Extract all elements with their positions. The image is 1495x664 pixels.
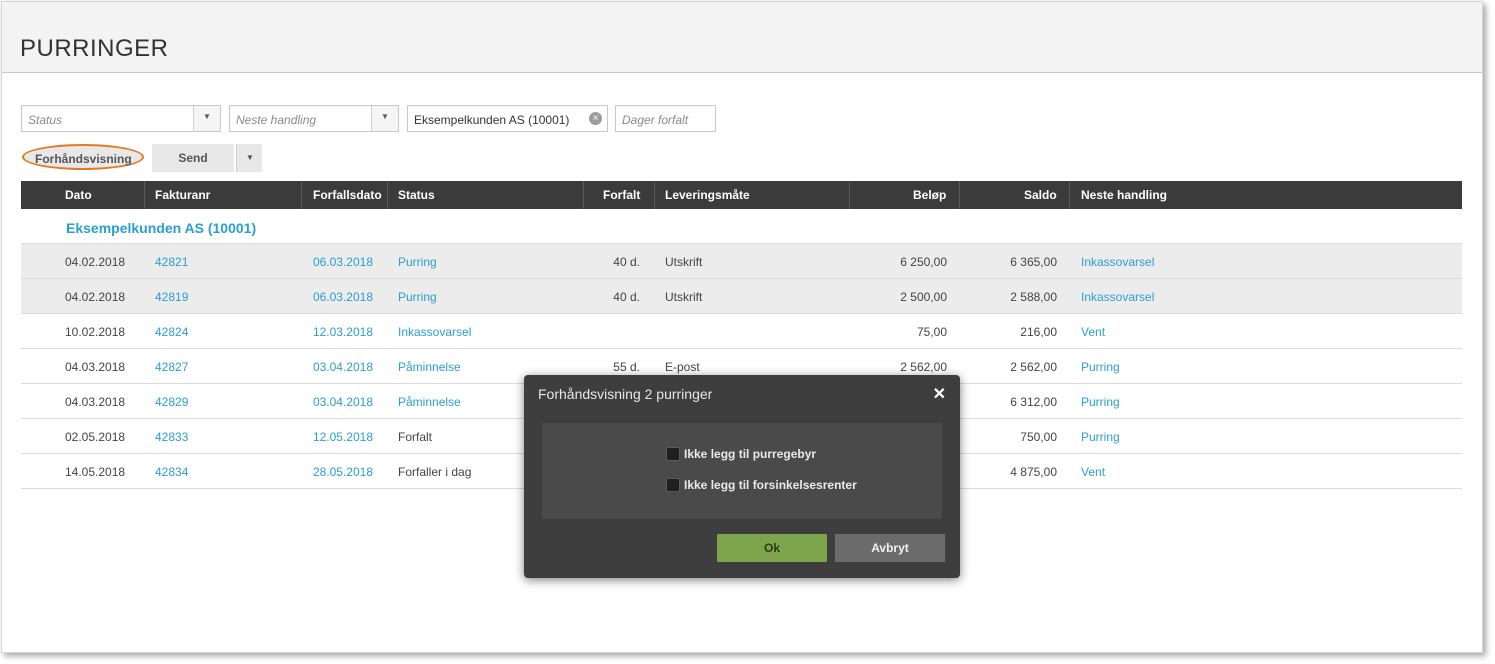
cell-date: 04.03.2018 xyxy=(65,395,126,409)
days-overdue-filter[interactable]: Dager forfalt xyxy=(615,105,716,132)
preview-button[interactable]: Forhåndsvisning xyxy=(22,144,144,170)
cell-overdue: 55 d. xyxy=(613,360,640,374)
cell-next-action[interactable]: Inkassovarsel xyxy=(1081,290,1154,304)
no-fee-label[interactable]: Ikke legg til purregebyr xyxy=(684,447,816,461)
cell-balance: 4 875,00 xyxy=(1010,465,1057,479)
col-delivery[interactable]: Leveringsmåte xyxy=(665,181,750,209)
page-header: PURRINGER xyxy=(2,2,1482,73)
app-window: PURRINGER Status ▼ Neste handling ▼ Ekse… xyxy=(1,1,1483,653)
dialog-options: Ikke legg til purregebyr Ikke legg til f… xyxy=(542,423,942,519)
cell-date: 04.02.2018 xyxy=(65,290,126,304)
cell-due-date[interactable]: 06.03.2018 xyxy=(313,255,373,269)
cell-balance: 216,00 xyxy=(1020,325,1057,339)
page-title: PURRINGER xyxy=(20,35,169,62)
cell-status[interactable]: Purring xyxy=(398,255,437,269)
cell-date: 10.02.2018 xyxy=(65,325,126,339)
preview-button-label: Forhåndsvisning xyxy=(35,152,132,166)
cell-date: 04.02.2018 xyxy=(65,255,126,269)
col-amount[interactable]: Beløp xyxy=(913,181,946,209)
close-icon[interactable]: ✕ xyxy=(933,384,946,404)
clear-icon[interactable]: × xyxy=(589,112,602,125)
cell-status: Forfaller i dag xyxy=(398,465,472,479)
cell-due-date[interactable]: 12.03.2018 xyxy=(313,325,373,339)
cell-amount: 6 250,00 xyxy=(900,255,947,269)
col-due-date[interactable]: Forfallsdato xyxy=(313,181,382,209)
cell-balance: 6 365,00 xyxy=(1010,255,1057,269)
cell-invoice[interactable]: 42833 xyxy=(155,430,188,444)
status-dropdown-button[interactable]: ▼ xyxy=(193,106,220,131)
dialog-title: Forhåndsvisning 2 purringer xyxy=(538,386,713,402)
cell-delivery: E-post xyxy=(665,360,700,374)
col-balance[interactable]: Saldo xyxy=(1024,181,1057,209)
col-status[interactable]: Status xyxy=(398,181,435,209)
cell-next-action[interactable]: Purring xyxy=(1081,395,1120,409)
table-row[interactable]: 04.02.2018 42819 06.03.2018 Purring 40 d. Uts… xyxy=(21,279,1462,314)
customer-filter-value: Eksempelkunden AS (10001) xyxy=(414,113,570,127)
caret-down-icon: ▼ xyxy=(381,112,389,121)
table-row[interactable]: 10.02.2018 42824 12.03.2018 Inkassovarsel 75… xyxy=(21,314,1462,349)
cell-status[interactable]: Påminnelse xyxy=(398,395,461,409)
cell-status: Forfalt xyxy=(398,430,433,444)
send-options-button[interactable]: ▼ xyxy=(236,144,262,172)
cell-invoice[interactable]: 42834 xyxy=(155,465,188,479)
cell-invoice[interactable]: 42829 xyxy=(155,395,188,409)
cell-date: 14.05.2018 xyxy=(65,465,126,479)
cell-overdue: 40 d. xyxy=(613,255,640,269)
no-interest-checkbox[interactable] xyxy=(666,478,680,492)
table-header: Dato Fakturanr Forfallsdato Status Forfa… xyxy=(21,181,1462,209)
cell-amount: 2 562,00 xyxy=(900,360,947,374)
cell-date: 04.03.2018 xyxy=(65,360,126,374)
ok-button[interactable]: Ok xyxy=(717,534,827,562)
cell-date: 02.05.2018 xyxy=(65,430,126,444)
col-date[interactable]: Dato xyxy=(65,181,92,209)
customer-filter[interactable]: Eksempelkunden AS (10001) × xyxy=(407,105,608,132)
no-fee-checkbox[interactable] xyxy=(666,447,680,461)
table-row[interactable]: 04.02.2018 42821 06.03.2018 Purring 40 d. Uts… xyxy=(21,244,1462,279)
cell-due-date[interactable]: 28.05.2018 xyxy=(313,465,373,479)
status-filter-placeholder: Status xyxy=(28,113,63,127)
cell-invoice[interactable]: 42819 xyxy=(155,290,188,304)
next-action-dropdown-button[interactable]: ▼ xyxy=(371,106,398,131)
cell-next-action[interactable]: Inkassovarsel xyxy=(1081,255,1154,269)
cell-invoice[interactable]: 42827 xyxy=(155,360,188,374)
cell-due-date[interactable]: 03.04.2018 xyxy=(313,360,373,374)
cell-amount: 75,00 xyxy=(916,325,947,339)
caret-down-icon: ▼ xyxy=(203,112,211,121)
col-next-action[interactable]: Neste handling xyxy=(1081,181,1167,209)
caret-down-icon: ▼ xyxy=(246,153,254,162)
cell-balance: 2 588,00 xyxy=(1010,290,1057,304)
send-button[interactable]: Send xyxy=(152,144,234,172)
cell-status[interactable]: Påminnelse xyxy=(398,360,461,374)
customer-group-label[interactable]: Eksempelkunden AS (10001) xyxy=(66,220,256,236)
cell-status[interactable]: Inkassovarsel xyxy=(398,325,471,339)
next-action-filter[interactable]: Neste handling ▼ xyxy=(229,105,399,132)
cell-due-date[interactable]: 12.05.2018 xyxy=(313,430,373,444)
col-invoice[interactable]: Fakturanr xyxy=(155,181,210,209)
next-action-filter-placeholder: Neste handling xyxy=(236,113,317,127)
cell-next-action[interactable]: Vent xyxy=(1081,325,1105,339)
cell-invoice[interactable]: 42824 xyxy=(155,325,188,339)
cell-due-date[interactable]: 03.04.2018 xyxy=(313,395,373,409)
cell-amount: 2 500,00 xyxy=(900,290,947,304)
cell-invoice[interactable]: 42821 xyxy=(155,255,188,269)
cell-next-action[interactable]: Purring xyxy=(1081,360,1120,374)
cell-next-action[interactable]: Vent xyxy=(1081,465,1105,479)
status-filter[interactable]: Status ▼ xyxy=(21,105,221,132)
cancel-button[interactable]: Avbryt xyxy=(835,534,945,562)
cell-next-action[interactable]: Purring xyxy=(1081,430,1120,444)
preview-dialog: Forhåndsvisning 2 purringer ✕ Ikke legg … xyxy=(524,375,960,578)
cell-balance: 6 312,00 xyxy=(1010,395,1057,409)
days-overdue-placeholder: Dager forfalt xyxy=(622,113,689,127)
col-overdue[interactable]: Forfalt xyxy=(603,181,640,209)
cell-balance: 2 562,00 xyxy=(1010,360,1057,374)
cell-delivery: Utskrift xyxy=(665,255,703,269)
cell-status[interactable]: Purring xyxy=(398,290,437,304)
cell-delivery: Utskrift xyxy=(665,290,703,304)
cell-due-date[interactable]: 06.03.2018 xyxy=(313,290,373,304)
cell-overdue: 40 d. xyxy=(613,290,640,304)
no-interest-label[interactable]: Ikke legg til forsinkelsesrenter xyxy=(684,478,857,492)
cell-balance: 750,00 xyxy=(1020,430,1057,444)
